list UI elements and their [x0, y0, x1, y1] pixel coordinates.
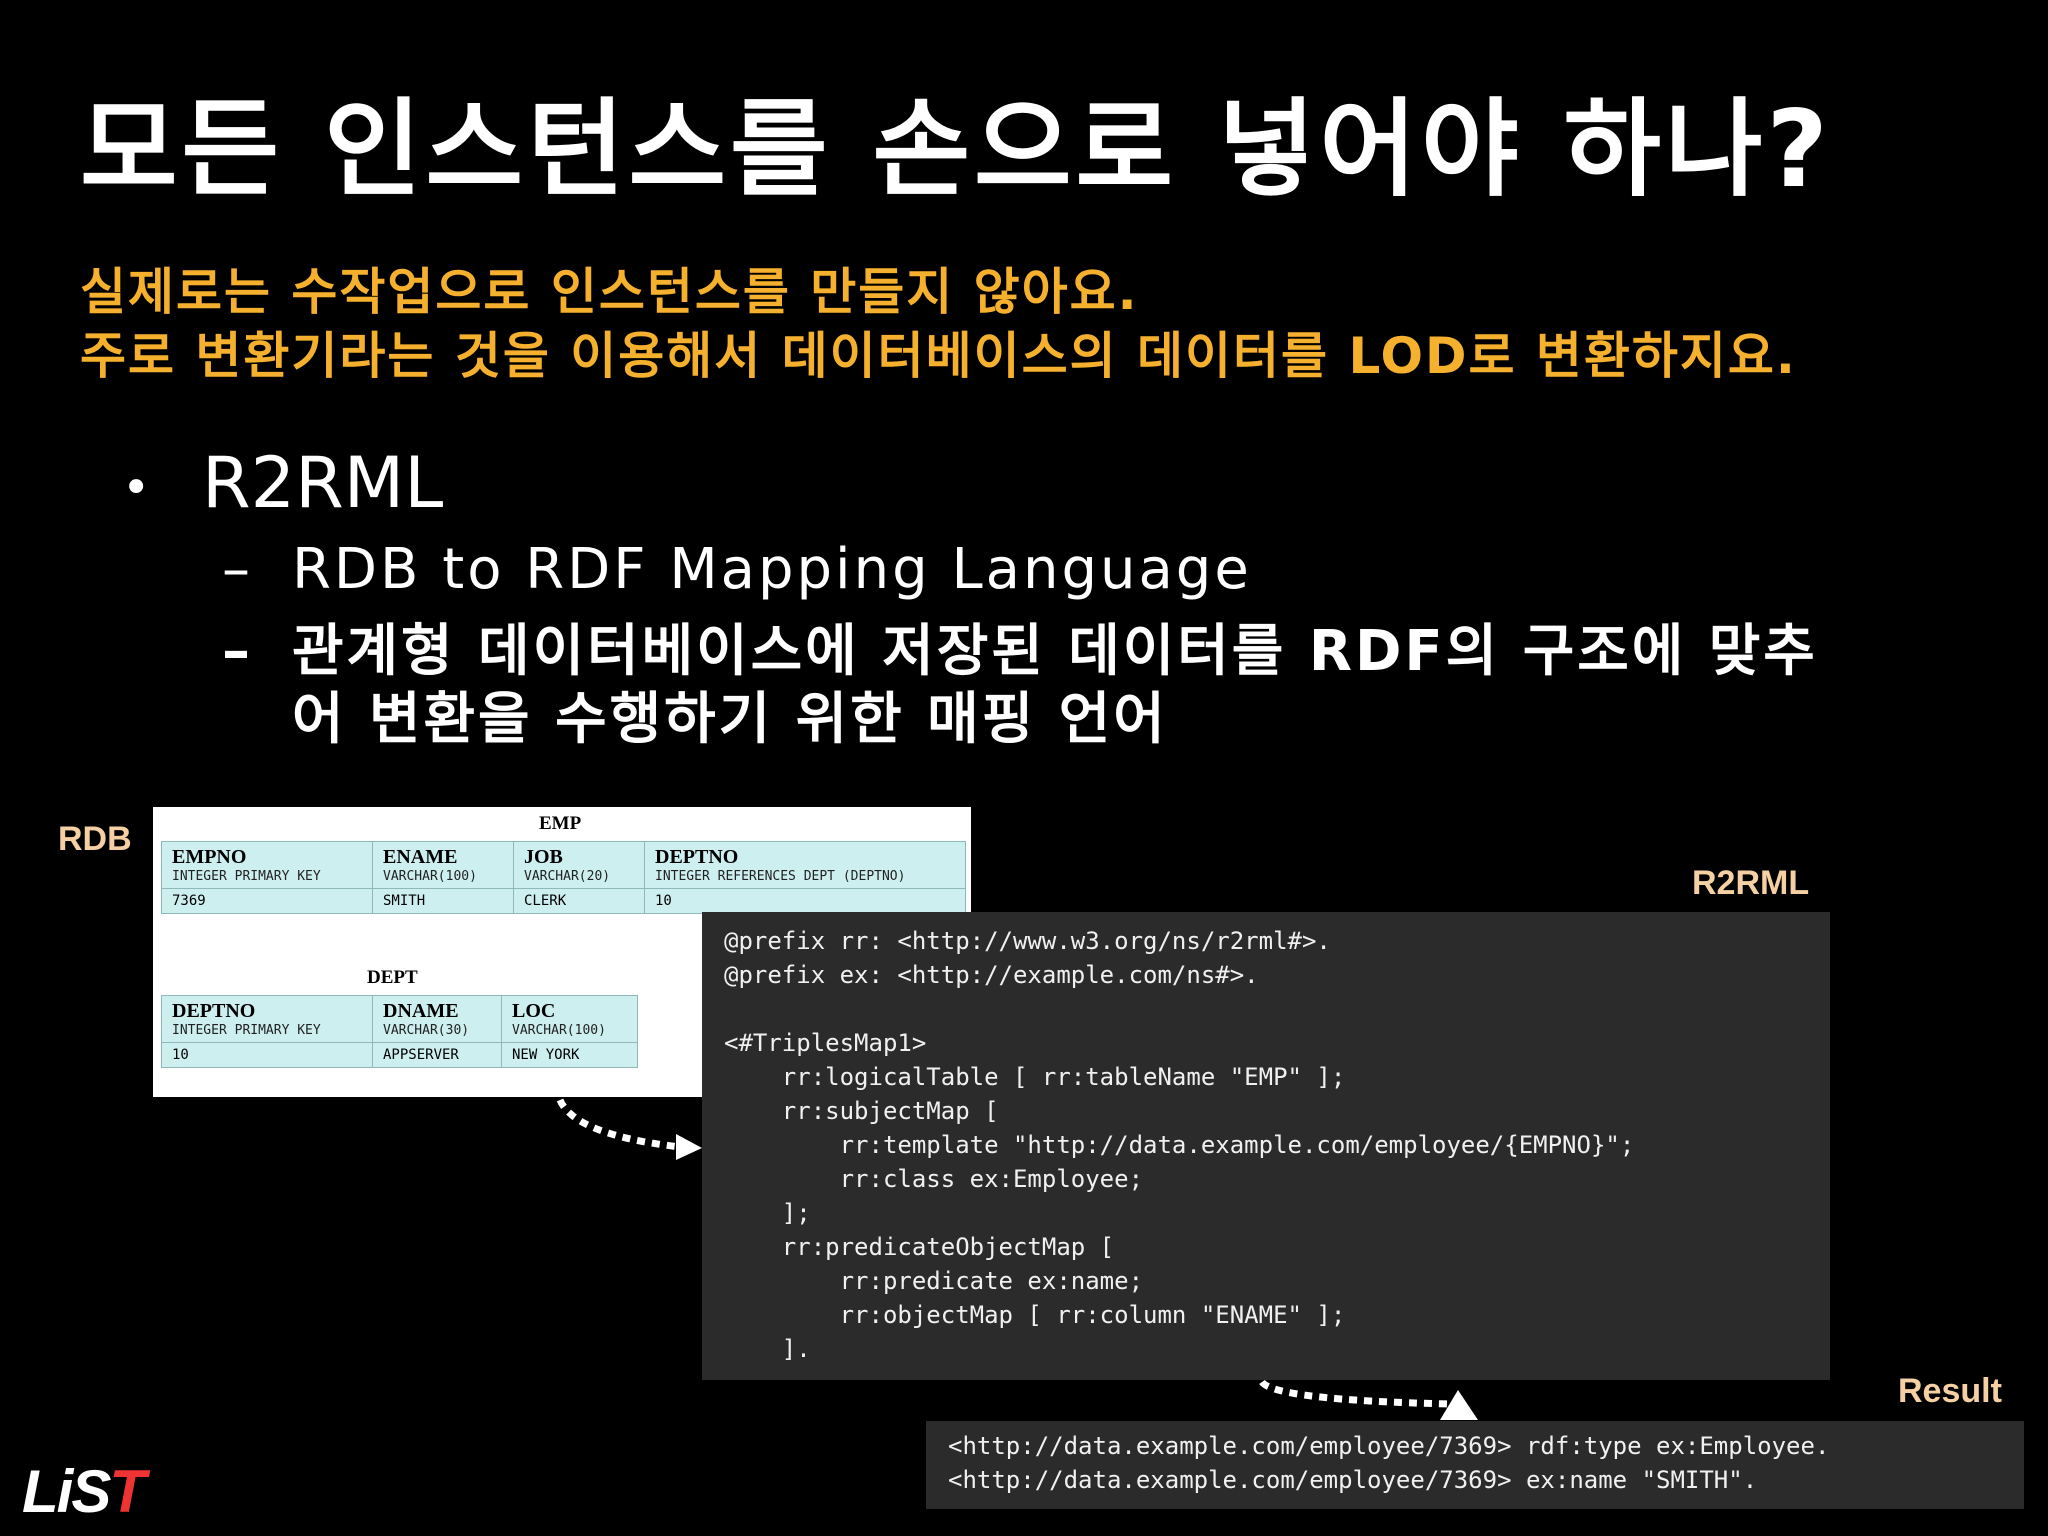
rdb-to-r2rml-arrowhead: [676, 1134, 702, 1160]
table-cell: APPSERVER: [372, 1042, 502, 1068]
result-label: Result: [1898, 1372, 2002, 1410]
rdb-to-r2rml-arrow: [556, 1098, 681, 1151]
dash-icon: –: [222, 619, 253, 684]
code-line: ];: [724, 1199, 811, 1227]
emp-col-deptno: DEPTNO INTEGER REFERENCES DEPT (DEPTNO): [644, 841, 966, 889]
table-cell: NEW YORK: [501, 1042, 638, 1068]
subbullet-1: – RDB to RDF Mapping Language: [222, 536, 1252, 603]
code-line: rr:logicalTable [ rr:tableName "EMP" ];: [724, 1063, 1346, 1091]
bullet-text: R2RML: [202, 442, 444, 524]
rdb-label: RDB: [58, 820, 132, 858]
dept-table-title: DEPT: [367, 967, 418, 988]
code-line: @prefix ex: <http://example.com/ns#>.: [724, 961, 1259, 989]
emp-table: EMPNO INTEGER PRIMARY KEY ENAME VARCHAR(…: [161, 841, 966, 914]
dept-col-loc: LOC VARCHAR(100): [501, 995, 638, 1043]
r2rml-to-result-arrow: [1259, 1379, 1451, 1408]
list-logo: LiST: [22, 1458, 146, 1525]
r2rml-code-block: @prefix rr: <http://www.w3.org/ns/r2rml#…: [702, 912, 1830, 1380]
dash-icon: –: [222, 537, 253, 602]
table-row: 7369 SMITH CLERK 10: [161, 888, 966, 914]
emp-col-ename: ENAME VARCHAR(100): [372, 841, 514, 889]
table-cell: 7369: [161, 888, 373, 914]
code-line: rr:template "http://data.example.com/emp…: [724, 1131, 1635, 1159]
slide-title: 모든 인스턴스를 손으로 넣어야 하나?: [80, 88, 1832, 211]
table-cell: 10: [644, 888, 966, 914]
r2rml-to-result-arrowhead: [1440, 1390, 1478, 1420]
bullet-dot-icon: •: [122, 459, 151, 516]
code-line: @prefix rr: <http://www.w3.org/ns/r2rml#…: [724, 927, 1331, 955]
emp-table-title: EMP: [539, 813, 582, 834]
code-line: rr:predicate ex:name;: [724, 1267, 1144, 1295]
code-line: <#TriplesMap1>: [724, 1029, 927, 1057]
dept-col-deptno: DEPTNO INTEGER PRIMARY KEY: [161, 995, 373, 1043]
code-line: rr:subjectMap [: [724, 1097, 999, 1125]
r2rml-label: R2RML: [1692, 864, 1810, 902]
table-cell: 10: [161, 1042, 373, 1068]
code-line: rr:objectMap [ rr:column "ENAME" ];: [724, 1301, 1346, 1329]
table-row: 10 APPSERVER NEW YORK: [161, 1042, 638, 1068]
dept-col-dname: DNAME VARCHAR(30): [372, 995, 502, 1043]
subtitle-line-2: 주로 변환기라는 것을 이용해서 데이터베이스의 데이터를 LOD로 변환하지요…: [80, 327, 1797, 385]
emp-header-row: EMPNO INTEGER PRIMARY KEY ENAME VARCHAR(…: [161, 841, 966, 889]
dept-table: DEPTNO INTEGER PRIMARY KEY DNAME VARCHAR…: [161, 995, 638, 1068]
emp-col-empno: EMPNO INTEGER PRIMARY KEY: [161, 841, 373, 889]
result-block: <http://data.example.com/employee/7369> …: [926, 1421, 2024, 1509]
table-cell: CLERK: [513, 888, 645, 914]
code-line: rr:predicateObjectMap [: [724, 1233, 1115, 1261]
dept-header-row: DEPTNO INTEGER PRIMARY KEY DNAME VARCHAR…: [161, 995, 638, 1043]
code-line: ].: [724, 1335, 811, 1363]
subbullet-2: – 관계형 데이터베이스에 저장된 데이터를 RDF의 구조에 맞추: [222, 618, 1818, 685]
table-cell: SMITH: [372, 888, 514, 914]
subbullet-2-continued: 어 변환을 수행하기 위한 매핑 언어: [292, 687, 1168, 752]
bullet-r2rml: • R2RML: [122, 442, 443, 524]
subbullet-1-text: RDB to RDF Mapping Language: [292, 537, 1252, 602]
subbullet-2-text: 관계형 데이터베이스에 저장된 데이터를 RDF의 구조에 맞추: [292, 619, 1818, 684]
code-line: rr:class ex:Employee;: [724, 1165, 1144, 1193]
result-line: <http://data.example.com/employee/7369> …: [948, 1466, 1758, 1494]
emp-col-job: JOB VARCHAR(20): [513, 841, 645, 889]
result-line: <http://data.example.com/employee/7369> …: [948, 1432, 1830, 1460]
subtitle-line-1: 실제로는 수작업으로 인스턴스를 만들지 않아요.: [80, 263, 1139, 321]
